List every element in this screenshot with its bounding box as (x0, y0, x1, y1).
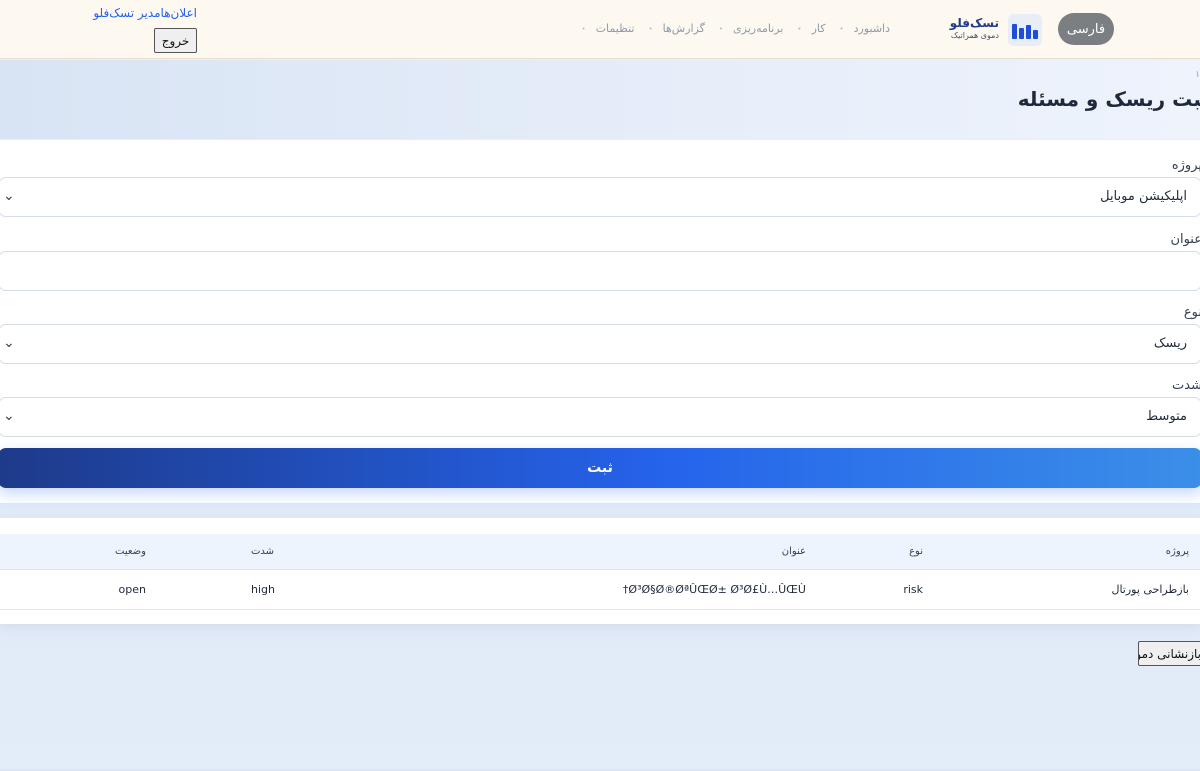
reset-demo-button[interactable]: بازنشانی دمو (1138, 641, 1200, 666)
cell-severity: high (251, 583, 275, 596)
col-title: عنوان (781, 546, 806, 557)
page-title-band: ١ ثبت ریسک و مسئله (0, 60, 1200, 139)
type-select-value: ریسک (1153, 336, 1187, 351)
type-label: نوع (1183, 305, 1200, 320)
chevron-down-icon: ⌄ (3, 408, 15, 424)
col-type: نوع (909, 546, 923, 557)
nav-work[interactable]: کار (797, 22, 826, 35)
page-title: ثبت ریسک و مسئله (1017, 87, 1200, 111)
language-button[interactable]: فارسی (1058, 13, 1114, 45)
brand[interactable]: تسک‌فلو دموی همراتیک (950, 16, 999, 41)
nav-reports[interactable]: گزارش‌ها (648, 22, 705, 35)
table-header: پروژه نوع عنوان شدت وضعیت (0, 534, 1200, 570)
risks-table: پروژه نوع عنوان شدت وضعیت بازطراحی پورتا… (0, 518, 1200, 624)
col-project: پروژه (1165, 546, 1189, 557)
breadcrumb: ١ (1195, 70, 1200, 80)
submit-button[interactable]: ثبت (0, 448, 1200, 488)
logout-button[interactable]: خروج (154, 28, 197, 53)
main-nav: داشبورد کار برنامه‌ریزی گزارش‌ها تنظیمات (582, 22, 890, 35)
type-select[interactable]: ریسک ⌄ (0, 324, 1200, 364)
brand-name: تسک‌فلو (949, 16, 999, 30)
col-severity: شدت (250, 546, 274, 557)
top-header: فارسی تسک‌فلو دموی همراتیک داشبورد کار ب… (0, 0, 1200, 59)
project-select-value: اپلیکیشن موبایل (1100, 189, 1187, 204)
logo-icon (1008, 14, 1042, 46)
brand-subtitle: دموی همراتیک (950, 31, 999, 40)
project-select[interactable]: اپلیکیشن موبایل ⌄ (0, 177, 1200, 217)
cell-project: بازطراحی پورتال (1111, 583, 1189, 596)
chevron-down-icon: ⌄ (3, 335, 15, 351)
risk-form: پروژه اپلیکیشن موبایل ⌄ عنوان نوع ریسک ⌄… (0, 140, 1200, 503)
chevron-down-icon: ⌄ (3, 188, 15, 204)
severity-label: شدت (1172, 378, 1200, 393)
table-row[interactable]: بازطراحی پورتال risk †Ø³Ø§Ø®ØªÛŒØ± Ø³Ø£Ù… (0, 570, 1200, 610)
notifications-link[interactable]: اعلان‌هامدیر تسک‌فلو (93, 6, 197, 20)
cell-status: open (118, 583, 146, 596)
title-label: عنوان (1170, 232, 1200, 247)
nav-planning[interactable]: برنامه‌ریزی (719, 22, 783, 35)
col-status: وضعیت (115, 546, 146, 557)
nav-settings[interactable]: تنظیمات (582, 22, 635, 35)
cell-title: †Ø³Ø§Ø®ØªÛŒØ± Ø³Ø£Ù…ÛŒÙ (622, 583, 806, 596)
title-input[interactable] (0, 251, 1200, 291)
severity-select[interactable]: متوسط ⌄ (0, 397, 1200, 437)
severity-select-value: متوسط (1146, 409, 1187, 424)
project-label: پروژه (1171, 158, 1200, 173)
cell-type: risk (903, 583, 923, 596)
nav-dashboard[interactable]: داشبورد (839, 22, 890, 35)
